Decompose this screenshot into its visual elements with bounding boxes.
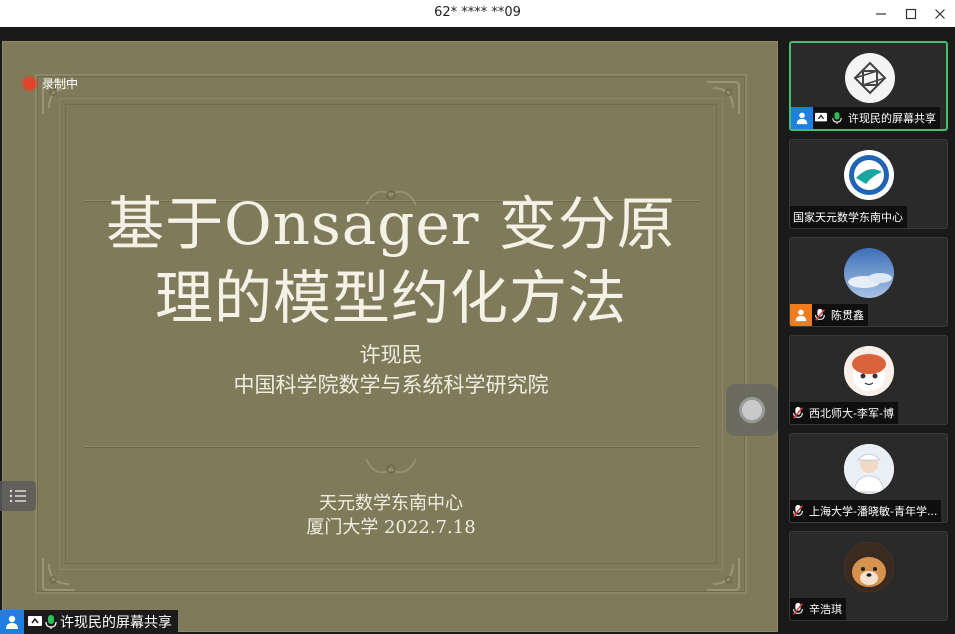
screen-share-icon [813, 107, 829, 129]
minimize-button[interactable] [866, 0, 896, 27]
participant-nameplate: 西北师大-李军-博 [790, 402, 898, 424]
participant-avatar [845, 53, 895, 103]
participant-name: 西北师大-李军-博 [809, 407, 894, 420]
meeting-main-area: 录制中 基于Onsager 变分原 理的模型约化方法 许现民 中国科学院数学与系… [0, 27, 955, 634]
participant-name: 辛浩琪 [809, 603, 842, 616]
microphone-muted-icon [790, 598, 806, 620]
close-icon [935, 8, 945, 19]
participant-tile[interactable]: 辛浩琪 [789, 531, 948, 621]
corner-ornament-icon [707, 81, 740, 114]
screen-share-bar: 许现民的屏幕共享 [0, 610, 178, 634]
person-icon [0, 610, 24, 634]
slide-title-line-2: 理的模型约化方法 [154, 264, 627, 332]
slide-venue-date: 厦门大学 2022.7.18 [306, 517, 476, 538]
participant-tile[interactable]: 陈贯鑫 [789, 237, 948, 327]
person-icon [790, 304, 812, 326]
participant-name: 许现民的屏幕共享 [848, 112, 936, 125]
slide-organizer: 天元数学东南中心 [319, 493, 463, 514]
participant-name: 上海大学-潘晓敏-青年学... [809, 505, 938, 518]
microphone-muted-icon [812, 304, 828, 326]
screen-share-icon [28, 616, 42, 626]
corner-ornament-icon [42, 558, 75, 591]
divider-line [83, 446, 699, 448]
participant-avatar [844, 444, 894, 494]
minimize-icon [876, 12, 886, 15]
share-bar-label: 许现民的屏幕共享 [60, 615, 172, 631]
assistive-touch-icon [739, 397, 765, 423]
window-title: 62* **** **09 [434, 5, 521, 20]
person-icon [791, 107, 813, 129]
participant-nameplate: 国家天元数学东南中心 [790, 206, 907, 228]
participant-tile[interactable]: 西北师大-李军-博 [789, 335, 948, 425]
participant-name: 陈贯鑫 [831, 309, 864, 322]
recording-indicator: 录制中 [23, 75, 78, 92]
maximize-icon [905, 8, 917, 19]
close-button[interactable] [925, 0, 955, 27]
participant-avatar [844, 346, 894, 396]
participant-nameplate: 许现民的屏幕共享 [791, 107, 940, 129]
slide-author-affiliation: 中国科学院数学与系统科学研究院 [233, 373, 549, 397]
microphone-muted-icon [790, 500, 806, 522]
participant-nameplate: 陈贯鑫 [790, 304, 868, 326]
window-titlebar: 62* **** **09 [0, 0, 955, 27]
recording-dot-icon [23, 77, 36, 90]
floating-assist-button[interactable] [726, 384, 778, 436]
participant-nameplate: 上海大学-潘晓敏-青年学... [790, 500, 942, 522]
microphone-icon [829, 107, 845, 129]
participant-nameplate: 辛浩琪 [790, 598, 846, 620]
participant-avatar [844, 248, 894, 298]
shared-screen-slide: 录制中 基于Onsager 变分原 理的模型约化方法 许现民 中国科学院数学与系… [2, 41, 778, 632]
participant-tile[interactable]: 上海大学-潘晓敏-青年学... [789, 433, 948, 523]
participant-avatar [844, 150, 894, 200]
slide-title-line-1: 基于Onsager 变分原 [106, 190, 676, 258]
maximize-button[interactable] [896, 0, 926, 27]
participant-name: 国家天元数学东南中心 [793, 211, 903, 224]
participant-tile[interactable]: 许现民的屏幕共享 [789, 41, 948, 131]
recording-label: 录制中 [42, 77, 79, 91]
list-menu-button[interactable] [0, 481, 36, 511]
corner-ornament-icon [707, 558, 740, 591]
participant-avatar [844, 542, 894, 592]
microphone-icon [45, 615, 57, 629]
microphone-muted-icon [790, 402, 806, 424]
participant-tile[interactable]: 国家天元数学东南中心 [789, 139, 948, 229]
slide-author-name: 许现民 [359, 343, 423, 367]
list-icon [9, 489, 26, 503]
scroll-ornament-icon [365, 458, 417, 474]
